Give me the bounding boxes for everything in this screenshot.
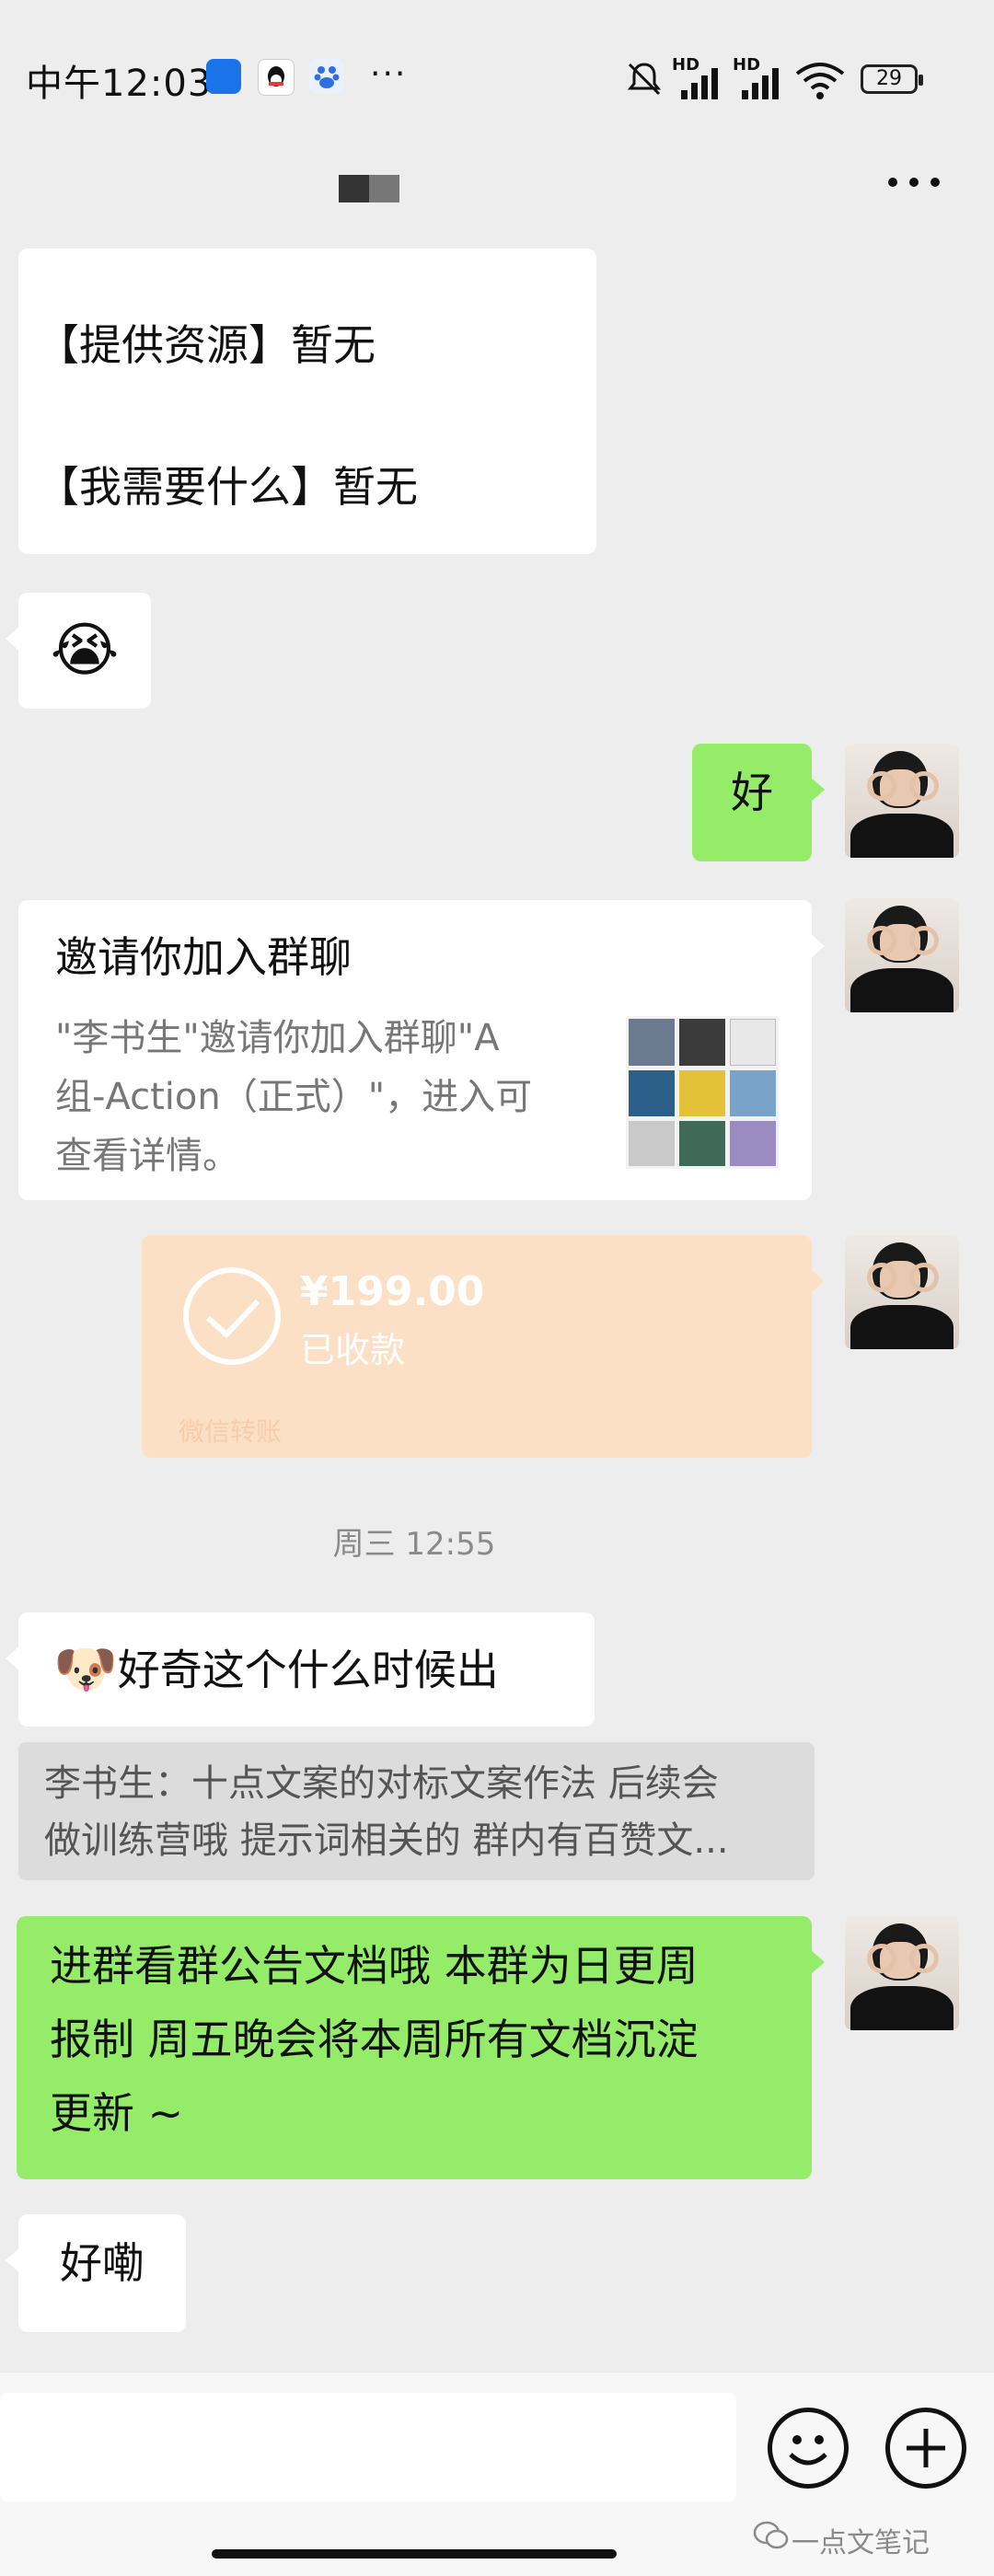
message-line: 【提供资源】暂无 [37,320,376,370]
avatar[interactable] [845,1916,959,2030]
transfer-card[interactable]: ¥199.00 已收款 微信转账 [142,1235,825,1458]
message-bubble-incoming[interactable]: 🐶好奇这个什么时候出 [6,1612,595,1727]
avatar[interactable] [845,1235,959,1349]
quote-line: 做训练营哦 提示词相关的 群内有百赞文... [44,1819,729,1862]
signal-bars-icon [681,68,718,99]
group-invite-card[interactable]: 邀请你加入群聊 "李书生"邀请你加入群聊"A 组-Action（正式）"，进入可… [18,900,825,1200]
message-bubble-emoji[interactable]: 😭 [6,593,151,709]
message-text: 好 [731,768,773,817]
invite-desc-line: 查看详情。 [55,1135,239,1177]
transfer-amount: ¥199.00 [300,1268,485,1315]
message-bubble-outgoing[interactable]: 进群看群公告文档哦 本群为日更周 报制 周五晚会将本周所有文档沉淀 更新 ~ [17,1916,825,2179]
message-bubble-incoming[interactable]: 【提供资源】暂无 【我需要什么】暂无 [18,248,596,554]
message-input[interactable] [0,2393,736,2501]
battery-indicator: 29 [861,64,923,94]
timestamp: 周三 12:55 [332,1526,496,1563]
status-overflow-dots: ··· [370,55,408,93]
message-line: 进群看群公告文档哦 本群为日更周 [50,1941,699,1991]
avatar[interactable] [845,744,959,858]
message-bubble-incoming[interactable]: 好嘞 [6,2214,186,2332]
dog-emoji: 🐶 [53,1639,118,1700]
wechat-logo-icon [753,2521,789,2549]
check-circle-icon [183,1267,281,1365]
more-horizontal-icon[interactable] [882,164,946,201]
message-bubble-outgoing[interactable]: 好 [692,744,825,861]
quoted-reply[interactable]: 李书生：十点文案的对标文案作法 后续会 做训练营哦 提示词相关的 群内有百赞文.… [18,1742,815,1880]
mute-bell-icon [627,63,662,96]
signal-bars-2-icon [742,68,779,99]
message-line: 报制 周五晚会将本周所有文档沉淀 [50,2015,699,2064]
qq-icon [258,59,295,96]
plus-circle-icon[interactable] [885,2408,966,2489]
message-text: 好嘞 [60,2238,144,2288]
transfer-status: 已收款 [300,1330,406,1370]
quote-line: 李书生：十点文案的对标文案作法 后续会 [44,1762,719,1805]
message-line: 更新 ~ [50,2088,184,2138]
group-avatar-grid [626,1016,779,1169]
invite-title: 邀请你加入群聊 [55,932,352,982]
message-line: 【我需要什么】暂无 [37,462,418,512]
invite-desc-line: 组-Action（正式）"，进入可 [55,1076,533,1118]
wifi-icon [795,63,845,99]
transfer-footer: 微信转账 [179,1416,283,1447]
crying-emoji: 😭 [50,617,120,685]
baidu-icon [309,59,344,94]
message-text: 好奇这个什么时候出 [117,1645,499,1695]
avatar[interactable] [845,898,959,1012]
home-indicator[interactable] [212,2549,617,2559]
invite-desc-line: "李书生"邀请你加入群聊"A [55,1017,500,1059]
status-time: 中午12:03 [26,63,213,105]
watermark: 一点文笔记 [792,2527,930,2559]
chat-title-redacted [339,175,399,202]
app-notification-icon [206,59,241,94]
smiley-icon[interactable] [768,2408,849,2489]
